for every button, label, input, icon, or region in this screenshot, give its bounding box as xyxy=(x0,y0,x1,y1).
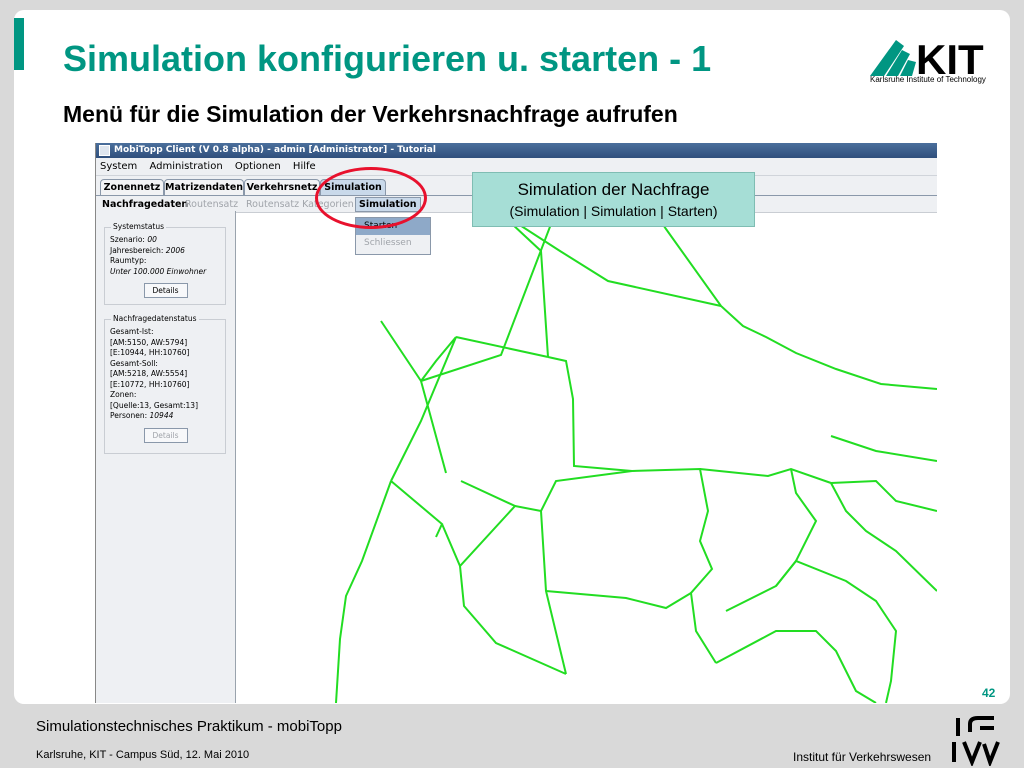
status-line: Zonen: xyxy=(110,390,137,399)
raumtyp-label: Raumtyp: xyxy=(110,256,147,265)
callout-box: Simulation der Nachfrage (Simulation | S… xyxy=(472,172,755,227)
tab-matrizendaten[interactable]: Matrizendaten xyxy=(164,179,244,195)
personen-row: Personen: 10944 xyxy=(110,411,174,420)
application-window: MobiTopp Client (V 0.8 alpha) - admin [A… xyxy=(95,143,937,703)
jahresbereich-row: Jahresbereich: 2006 xyxy=(110,245,185,255)
status-line: [E:10772, HH:10760] xyxy=(110,379,190,389)
menu-system[interactable]: System xyxy=(100,161,137,172)
nachfragedatenstatus-title: Nachfragedatenstatus xyxy=(111,314,199,325)
status-line: Gesamt-Ist: xyxy=(110,327,154,336)
menu-item-schliessen[interactable]: Schliessen xyxy=(356,235,430,252)
tab-zonennetz[interactable]: Zonennetz xyxy=(100,179,164,195)
highlight-circle xyxy=(315,167,427,229)
status-line: [AM:5150, AW:5794] xyxy=(110,337,188,347)
systemstatus-group: Systemstatus Szenario: 00 Jahresbereich:… xyxy=(104,222,226,305)
menu-administration[interactable]: Administration xyxy=(149,161,222,172)
nachfragedatenstatus-group: Nachfragedatenstatus Gesamt-Ist: [AM:515… xyxy=(104,314,226,454)
menu-hilfe[interactable]: Hilfe xyxy=(293,161,316,172)
szenario-row: Szenario: 00 xyxy=(110,235,157,244)
zone-map[interactable] xyxy=(236,211,937,703)
status-line: Gesamt-Soll: xyxy=(110,358,158,368)
menu-optionen[interactable]: Optionen xyxy=(235,161,281,172)
subtab-routensatz[interactable]: Routensatz xyxy=(185,198,238,211)
window-titlebar: MobiTopp Client (V 0.8 alpha) - admin [A… xyxy=(96,143,937,158)
page-number: 42 xyxy=(982,686,996,700)
footer-info: Karlsruhe, KIT - Campus Süd, 12. Mai 201… xyxy=(36,749,250,761)
systemstatus-title: Systemstatus xyxy=(111,222,167,233)
tab-verkehrsnetz[interactable]: Verkehrsnetz xyxy=(244,179,320,195)
footer-institute: Institut für Verkehrswesen xyxy=(793,750,932,764)
status-line: [AM:5218, AW:5554] xyxy=(110,369,188,378)
slide-title: Simulation konfigurieren u. starten - 1 xyxy=(63,38,712,79)
status-line: [Quelle:13, Gesamt:13] xyxy=(110,400,198,410)
systemstatus-details-button[interactable]: Details xyxy=(143,283,188,298)
subtab-nachfragedaten[interactable]: Nachfragedaten xyxy=(102,198,188,211)
footer-title: Simulationstechnisches Praktikum - mobiT… xyxy=(36,718,342,735)
status-side-panel: Systemstatus Szenario: 00 Jahresbereich:… xyxy=(96,211,236,703)
callout-line2: (Simulation | Simulation | Starten) xyxy=(509,203,718,219)
ivt-logo-icon xyxy=(952,716,1000,766)
status-line: [E:10944, HH:10760] xyxy=(110,348,190,357)
kit-logo-subtitle: Karlsruhe Institute of Technology xyxy=(870,75,986,84)
nachfragedatenstatus-details-button[interactable]: Details xyxy=(143,427,188,443)
title-accent-bar xyxy=(14,18,24,70)
raumtyp-value: Unter 100.000 Einwohner xyxy=(110,266,207,276)
app-window-icon xyxy=(99,145,110,156)
window-title: MobiTopp Client (V 0.8 alpha) - admin [A… xyxy=(114,145,436,155)
slide-subtitle: Menü für die Simulation der Verkehrsnach… xyxy=(63,101,678,127)
callout-line1: Simulation der Nachfrage xyxy=(517,180,710,199)
